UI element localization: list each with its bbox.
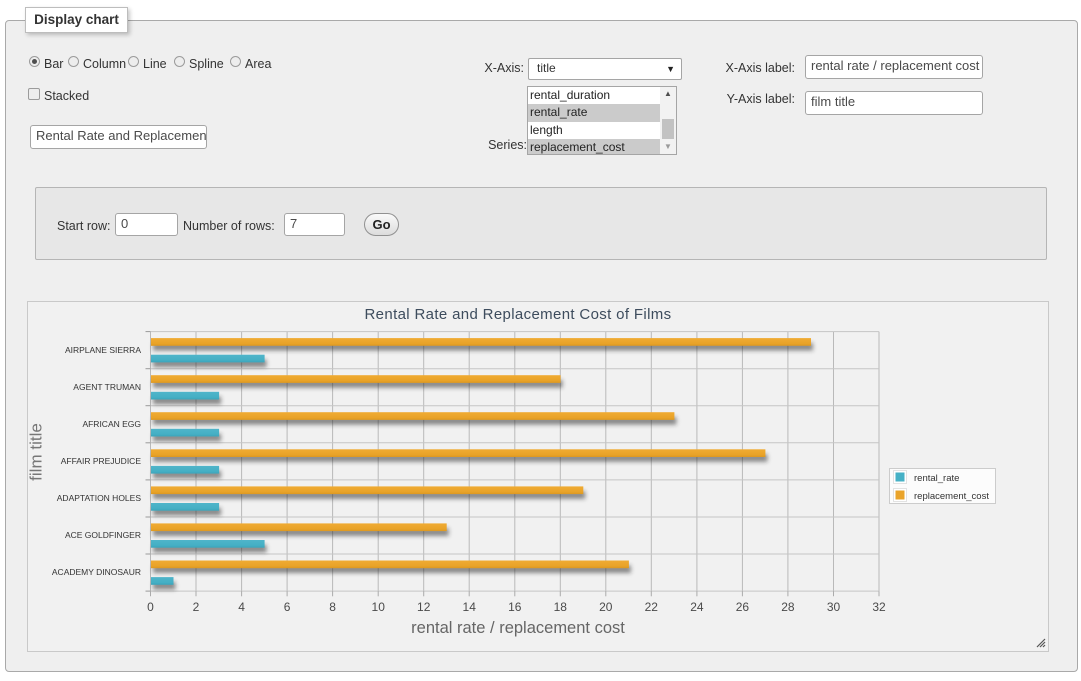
- svg-text:8: 8: [329, 600, 336, 614]
- svg-text:32: 32: [872, 600, 886, 614]
- svg-text:2: 2: [193, 600, 200, 614]
- svg-text:replacement_cost: replacement_cost: [914, 491, 989, 502]
- svg-text:28: 28: [781, 600, 795, 614]
- svg-text:AIRPLANE SIERRA: AIRPLANE SIERRA: [65, 345, 141, 355]
- svg-text:Rental Rate and Replacement Co: Rental Rate and Replacement Cost of Film…: [365, 306, 672, 323]
- svg-text:14: 14: [463, 600, 477, 614]
- svg-text:ADAPTATION HOLES: ADAPTATION HOLES: [57, 493, 142, 503]
- svg-text:20: 20: [599, 600, 613, 614]
- svg-text:0: 0: [147, 600, 154, 614]
- svg-text:10: 10: [372, 600, 386, 614]
- svg-text:rental rate / replacement cost: rental rate / replacement cost: [411, 619, 625, 637]
- svg-text:rental_rate: rental_rate: [914, 473, 959, 484]
- svg-text:AGENT TRUMAN: AGENT TRUMAN: [73, 382, 141, 392]
- svg-text:ACE GOLDFINGER: ACE GOLDFINGER: [65, 530, 141, 540]
- svg-text:AFRICAN EGG: AFRICAN EGG: [82, 419, 141, 429]
- svg-text:30: 30: [827, 600, 841, 614]
- svg-text:12: 12: [417, 600, 431, 614]
- svg-text:ACADEMY DINOSAUR: ACADEMY DINOSAUR: [52, 567, 141, 577]
- svg-text:film title: film title: [28, 423, 46, 481]
- svg-text:26: 26: [736, 600, 750, 614]
- svg-text:6: 6: [284, 600, 291, 614]
- svg-text:AFFAIR PREJUDICE: AFFAIR PREJUDICE: [61, 456, 142, 466]
- svg-text:24: 24: [690, 600, 704, 614]
- svg-text:18: 18: [554, 600, 568, 614]
- svg-text:16: 16: [508, 600, 522, 614]
- svg-text:22: 22: [645, 600, 659, 614]
- svg-text:4: 4: [238, 600, 245, 614]
